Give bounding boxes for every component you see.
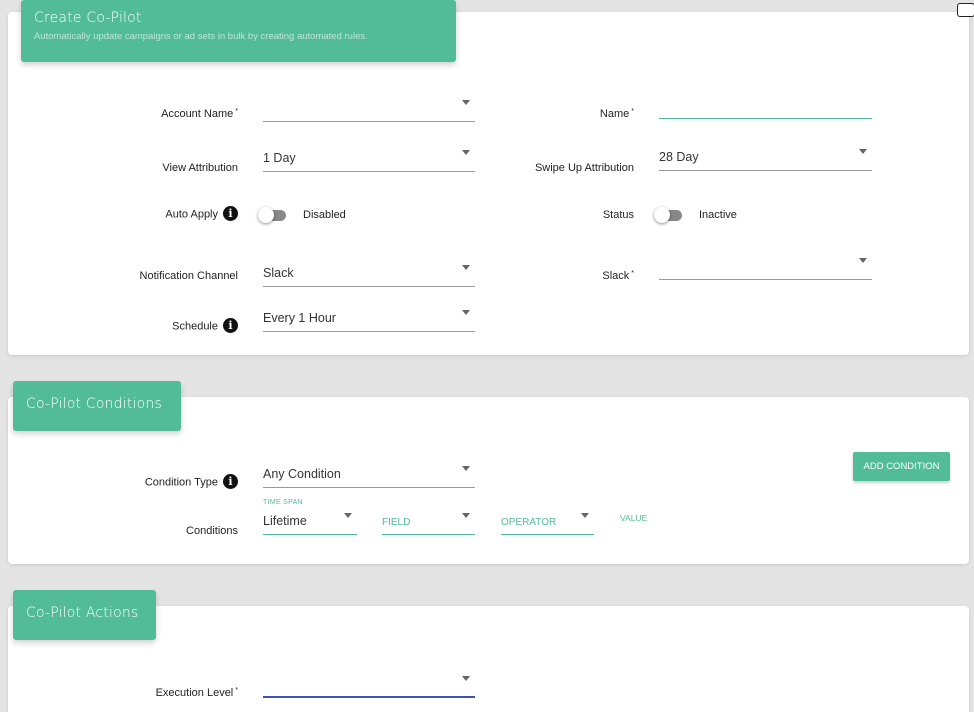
chevron-down-icon xyxy=(859,258,867,263)
condition-type-label: Condition Type i xyxy=(145,474,238,489)
account-name-label: Account Name * xyxy=(161,108,238,120)
slack-label: Slack * xyxy=(602,270,634,282)
time-span-value: Lifetime xyxy=(263,514,307,528)
auto-apply-toggle[interactable] xyxy=(258,207,288,223)
status-state: Inactive xyxy=(699,209,737,221)
info-icon[interactable]: i xyxy=(223,474,238,489)
actions-title: Co-Pilot Actions xyxy=(26,605,139,621)
view-attribution-label: View Attribution xyxy=(162,162,238,174)
add-condition-button[interactable]: ADD CONDITION xyxy=(853,452,950,481)
chevron-down-icon xyxy=(581,513,589,518)
value-label: VALUE xyxy=(620,513,648,523)
field-placeholder: FIELD xyxy=(382,517,411,528)
view-attribution-value: 1 Day xyxy=(263,151,296,165)
conditions-header: Co-Pilot Conditions xyxy=(13,381,181,431)
auto-apply-label: Auto Apply i xyxy=(165,206,238,221)
chevron-down-icon xyxy=(462,513,470,518)
chevron-down-icon xyxy=(344,513,352,518)
notification-channel-select[interactable]: Slack xyxy=(263,263,475,287)
window-corner-icon[interactable] xyxy=(957,3,974,17)
actions-header: Co-Pilot Actions xyxy=(13,590,156,640)
swipe-up-attribution-label: Swipe Up Attribution xyxy=(534,162,634,174)
info-icon[interactable]: i xyxy=(223,318,238,333)
chevron-down-icon xyxy=(462,466,470,471)
view-attribution-select[interactable]: 1 Day xyxy=(263,148,475,172)
field-select[interactable]: FIELD xyxy=(382,511,475,535)
chevron-down-icon xyxy=(462,265,470,270)
info-icon[interactable]: i xyxy=(223,206,238,221)
page-subtitle: Automatically update campaigns or ad set… xyxy=(34,31,368,42)
schedule-label: Schedule i xyxy=(172,318,238,333)
notification-channel-label: Notification Channel xyxy=(139,270,238,282)
execution-level-label: Execution Level * xyxy=(155,687,238,699)
chevron-down-icon xyxy=(462,150,470,155)
auto-apply-state: Disabled xyxy=(303,209,346,221)
notification-channel-value: Slack xyxy=(263,266,294,280)
condition-type-select[interactable]: Any Condition xyxy=(263,464,475,488)
conditions-label: Conditions xyxy=(186,525,238,537)
slack-select[interactable] xyxy=(659,256,872,280)
operator-placeholder: OPERATOR xyxy=(501,517,557,528)
time-span-label: TIME SPAN xyxy=(263,499,303,506)
name-input[interactable] xyxy=(659,97,872,119)
account-name-select[interactable] xyxy=(263,98,475,122)
operator-select[interactable]: OPERATOR xyxy=(501,511,594,535)
schedule-value: Every 1 Hour xyxy=(263,311,336,325)
condition-type-value: Any Condition xyxy=(263,467,341,481)
name-label: Name * xyxy=(599,108,634,120)
chevron-down-icon xyxy=(462,676,470,681)
execution-level-select[interactable] xyxy=(263,674,475,698)
time-span-select[interactable]: Lifetime xyxy=(263,511,357,535)
swipe-up-attribution-select[interactable]: 28 Day xyxy=(659,147,872,171)
page-title: Create Co-Pilot xyxy=(34,10,142,26)
create-copilot-card xyxy=(8,3,974,355)
chevron-down-icon xyxy=(859,149,867,154)
schedule-select[interactable]: Every 1 Hour xyxy=(263,308,475,332)
status-toggle[interactable] xyxy=(654,207,684,223)
create-copilot-header: Create Co-Pilot Automatically update cam… xyxy=(21,0,456,62)
conditions-title: Co-Pilot Conditions xyxy=(26,396,162,412)
chevron-down-icon xyxy=(462,100,470,105)
chevron-down-icon xyxy=(462,310,470,315)
status-label: Status xyxy=(602,209,634,221)
swipe-up-attribution-value: 28 Day xyxy=(659,150,699,164)
